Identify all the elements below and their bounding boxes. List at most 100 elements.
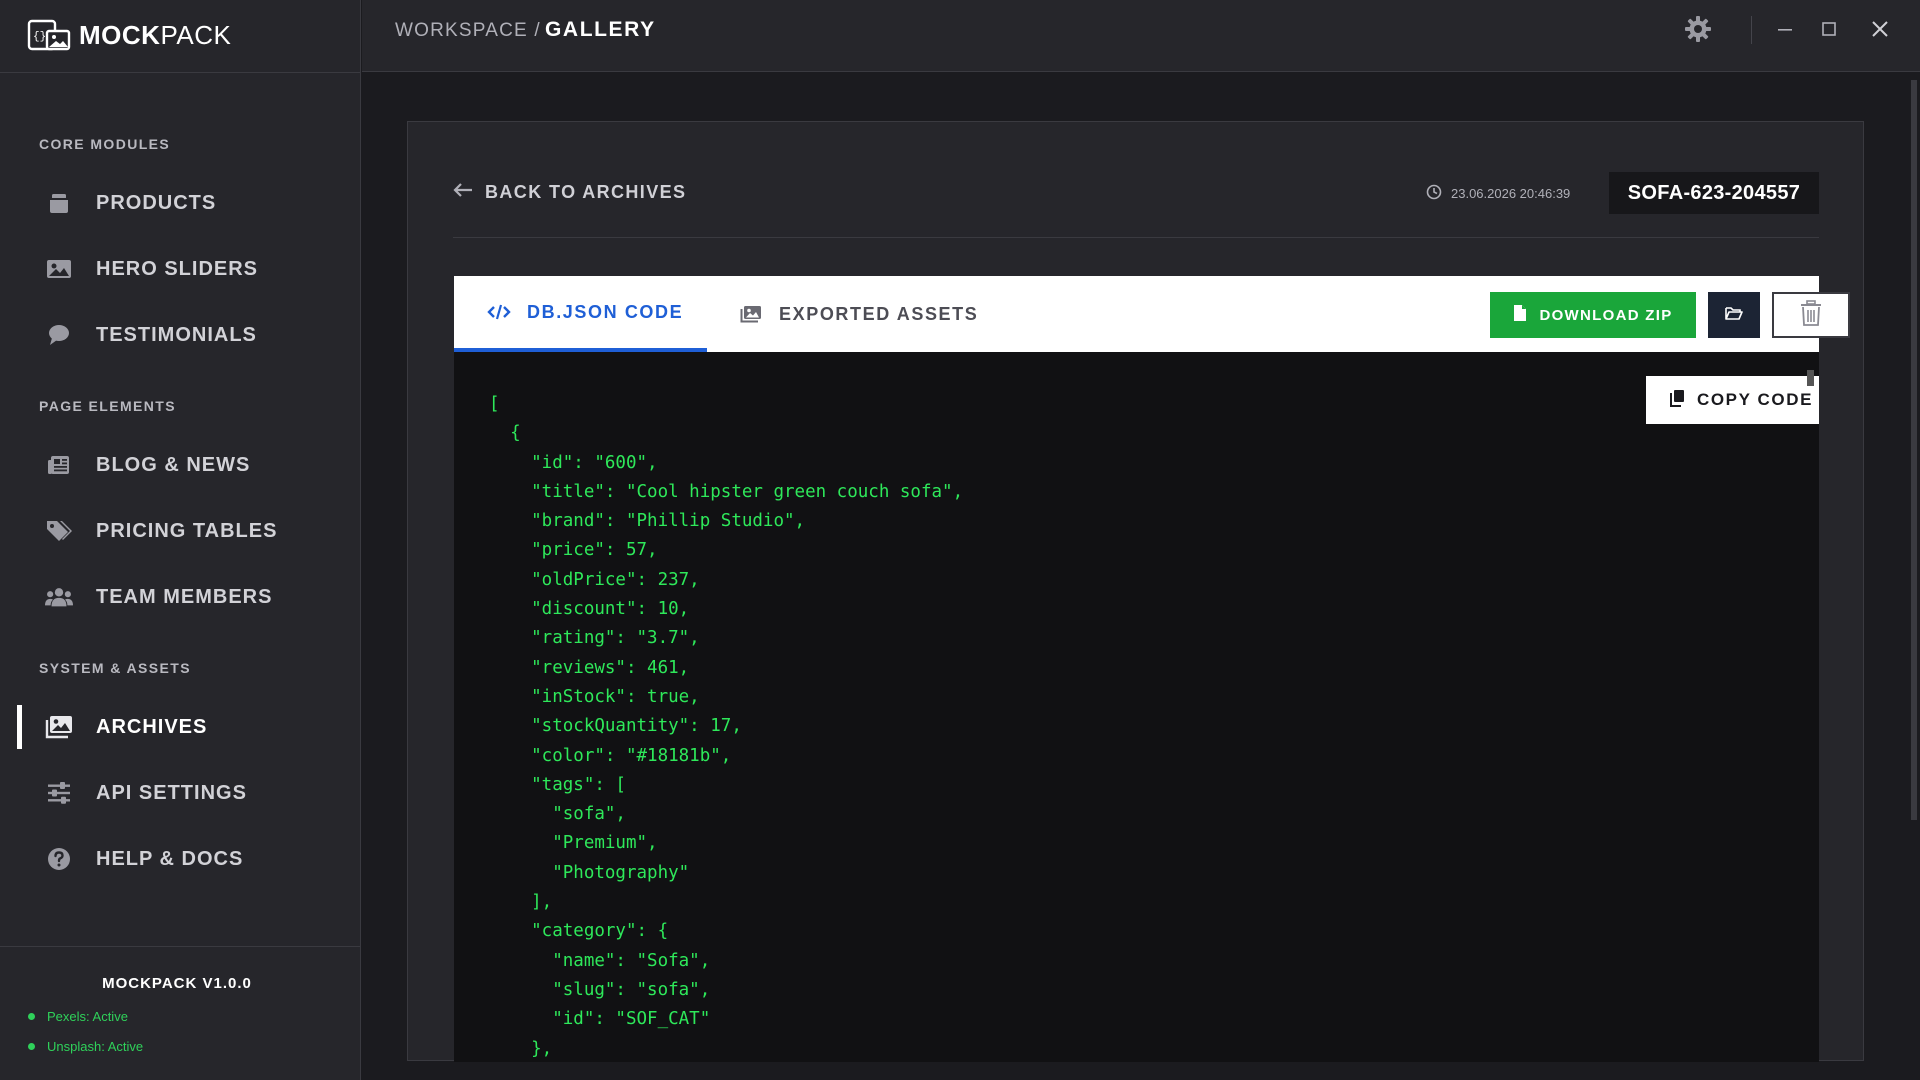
copy-icon xyxy=(1669,389,1685,412)
download-zip-label: DOWNLOAD ZIP xyxy=(1539,306,1673,324)
close-icon[interactable] xyxy=(1867,16,1893,42)
divider xyxy=(1751,16,1752,44)
code-line: "oldPrice": 237, xyxy=(489,569,700,590)
divider xyxy=(0,72,361,73)
sidebar-item-label: PRICING TABLES xyxy=(96,519,278,542)
breadcrumb-root[interactable]: WORKSPACE / xyxy=(395,20,541,42)
copy-code-label: COPY CODE xyxy=(1696,390,1814,409)
back-to-archives-link[interactable]: BACK TO ARCHIVES xyxy=(453,182,686,203)
divider xyxy=(453,237,1819,238)
status-unsplash: Unsplash: Active xyxy=(28,1039,143,1054)
chat-bubble-icon xyxy=(45,323,73,347)
newspaper-icon xyxy=(45,453,73,477)
archive-detail-panel: BACK TO ARCHIVES 23.06.2026 20:46:39 SOF… xyxy=(407,121,1864,1062)
top-bar: WORKSPACE / GALLERY xyxy=(362,0,1920,72)
arrow-left-icon xyxy=(453,182,473,203)
code-line: "id": "SOF_CAT" xyxy=(489,1009,711,1030)
sidebar-footer: MOCKPACK V1.0.0 Pexels: Active Unsplash:… xyxy=(0,946,361,1080)
section-label-core-modules: CORE MODULES xyxy=(39,136,171,152)
code-line: [ xyxy=(489,394,500,414)
json-code-viewer[interactable]: [ { "id": "600", "title": "Cool hipster … xyxy=(454,352,1819,1062)
sidebar-item-archives[interactable]: ARCHIVES xyxy=(0,702,361,752)
sidebar-item-help-docs[interactable]: HELP & DOCS xyxy=(0,834,361,884)
question-circle-icon xyxy=(45,847,73,871)
tab-db-json-code[interactable]: DB.JSON CODE xyxy=(454,276,707,352)
sidebar-item-pricing-tables[interactable]: PRICING TABLES xyxy=(0,506,361,556)
code-line: "color": "#18181b", xyxy=(489,745,732,766)
code-line: }, xyxy=(489,1038,553,1059)
sidebar-item-blog-news[interactable]: BLOG & NEWS xyxy=(0,440,361,490)
code-line: "slug": "sofa", xyxy=(489,979,711,1000)
clock-icon xyxy=(1426,184,1442,203)
timestamp-text: 23.06.2026 20:46:39 xyxy=(1451,186,1571,201)
code-line: "sofa", xyxy=(489,804,626,825)
maximize-icon[interactable] xyxy=(1816,16,1842,42)
sidebar-item-team-members[interactable]: TEAM MEMBERS xyxy=(0,572,361,622)
code-line: "name": "Sofa", xyxy=(489,950,711,971)
folder-open-icon xyxy=(1725,306,1743,325)
sidebar-item-api-settings[interactable]: API SETTINGS xyxy=(0,768,361,818)
image-icon xyxy=(45,257,73,281)
sidebar-item-label: BLOG & NEWS xyxy=(96,453,251,476)
code-line: "stockQuantity": 17, xyxy=(489,716,742,737)
code-icon xyxy=(487,302,511,322)
tab-exported-assets[interactable]: EXPORTED ASSETS xyxy=(739,276,999,352)
trash-icon xyxy=(1800,299,1822,331)
sliders-icon xyxy=(45,781,73,805)
record-id-badge: SOFA-623-204557 xyxy=(1609,172,1819,214)
archive-timestamp: 23.06.2026 20:46:39 xyxy=(1426,184,1570,203)
tab-label: DB.JSON CODE xyxy=(527,301,684,322)
code-line: "Photography" xyxy=(489,862,690,883)
sidebar: {} MOCKPACK CORE MODULES PRODUCTS HERO S… xyxy=(0,0,361,1080)
box-icon xyxy=(45,191,73,215)
back-link-label: BACK TO ARCHIVES xyxy=(485,182,687,202)
settings-gear-icon[interactable] xyxy=(1683,14,1713,44)
logo-text: MOCKPACK xyxy=(79,19,232,50)
page-scrollbar[interactable] xyxy=(1907,74,1920,1080)
images-icon xyxy=(739,304,763,324)
code-line: "category": { xyxy=(489,921,669,942)
code-scrollbar[interactable] xyxy=(1804,356,1816,1056)
status-dot-icon xyxy=(28,1043,35,1050)
detail-tab-bar: DB.JSON CODE EXPORTED ASSETS DOWNLOAD ZI… xyxy=(454,276,1850,352)
tab-label: EXPORTED ASSETS xyxy=(779,303,979,324)
sidebar-item-label: TEAM MEMBERS xyxy=(96,585,273,608)
scrollbar-thumb[interactable] xyxy=(1911,80,1917,820)
svg-text:{}: {} xyxy=(33,31,46,43)
scrollbar-thumb[interactable] xyxy=(1807,370,1814,386)
code-line: "id": "600", xyxy=(489,452,658,473)
delete-button[interactable] xyxy=(1772,292,1850,338)
status-text: Pexels: Active xyxy=(47,1009,128,1024)
sidebar-item-testimonials[interactable]: TESTIMONIALS xyxy=(0,310,361,360)
code-line: "inStock": true, xyxy=(489,686,700,707)
copy-code-button[interactable]: COPY CODE xyxy=(1646,376,1819,424)
breadcrumb-current: GALLERY xyxy=(545,18,656,41)
minimize-icon[interactable] xyxy=(1772,16,1798,42)
json-code-block: [ { "id": "600", "title": "Cool hipster … xyxy=(489,390,963,1062)
app-version: MOCKPACK V1.0.0 xyxy=(102,975,252,992)
tags-icon xyxy=(45,519,73,543)
code-line: ], xyxy=(489,892,553,913)
open-folder-button[interactable] xyxy=(1708,292,1760,338)
file-icon xyxy=(1513,304,1527,327)
logo-icon: {} xyxy=(27,17,73,53)
code-line: "tags": [ xyxy=(489,774,626,795)
sidebar-item-hero-sliders[interactable]: HERO SLIDERS xyxy=(0,244,361,294)
code-line: "rating": "3.7", xyxy=(489,628,700,649)
section-label-system-assets: SYSTEM & ASSETS xyxy=(39,660,191,676)
status-pexels: Pexels: Active xyxy=(28,1009,128,1024)
sidebar-item-label: ARCHIVES xyxy=(96,715,208,738)
images-icon xyxy=(45,715,73,739)
app-logo[interactable]: {} MOCKPACK xyxy=(27,14,231,56)
code-line: "discount": 10, xyxy=(489,599,690,620)
code-line: { xyxy=(489,423,521,444)
code-line: "title": "Cool hipster green couch sofa"… xyxy=(489,481,964,502)
sidebar-item-label: HELP & DOCS xyxy=(96,847,244,870)
code-line: "reviews": 461, xyxy=(489,657,690,678)
sidebar-item-label: TESTIMONIALS xyxy=(96,323,257,346)
users-icon xyxy=(45,585,73,609)
section-label-page-elements: PAGE ELEMENTS xyxy=(39,398,176,414)
sidebar-item-products[interactable]: PRODUCTS xyxy=(0,178,361,228)
download-zip-button[interactable]: DOWNLOAD ZIP xyxy=(1490,292,1696,338)
code-line: "Premium", xyxy=(489,833,658,854)
